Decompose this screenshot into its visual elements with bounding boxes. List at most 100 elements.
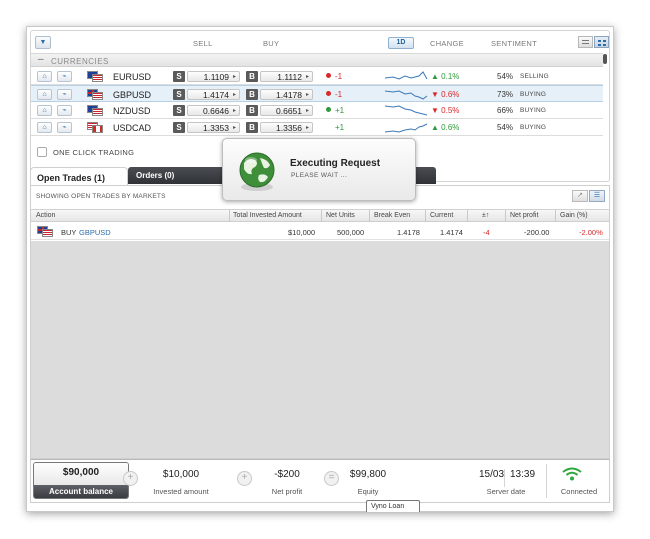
- alert-bell-icon[interactable]: ⌂: [37, 122, 52, 133]
- date-time-divider: [504, 469, 505, 487]
- buy-price: 0.6651: [276, 106, 302, 116]
- buy-price: 1.1112: [277, 72, 302, 82]
- sell-price-button[interactable]: 1.3353 ▸: [187, 122, 240, 133]
- server-date-label: Server date: [486, 487, 526, 496]
- plus-icon: +: [237, 471, 252, 486]
- column-divider: [555, 210, 556, 222]
- list-view-button[interactable]: [578, 36, 593, 48]
- trade-pair-link[interactable]: GBPUSD: [79, 228, 111, 237]
- uk-flag-icon: [37, 226, 53, 237]
- column-divider: [425, 210, 426, 222]
- equity-label: Equity: [357, 487, 379, 496]
- change-value: ▼ 0.6%: [431, 90, 460, 99]
- chart-icon[interactable]: ⌁: [57, 89, 72, 100]
- currency-row-nzdusd[interactable]: ⌂ ⌁ NZDUSD S 0.6646 ▸ B 0.6651 ▸ +1 ▼ 0.5%…: [31, 102, 603, 119]
- buy-price-button[interactable]: 1.4178 ▸: [260, 89, 313, 100]
- trades-view-toggle: ↗ ☰: [571, 190, 605, 202]
- server-date-value: 15/03: [479, 469, 505, 480]
- spread-value: -1: [335, 72, 343, 81]
- list-icon: [582, 40, 589, 44]
- trade-break-even: 1.4178: [397, 228, 420, 237]
- plus-icon: +: [123, 471, 138, 486]
- pair-name: NZDUSD: [113, 106, 151, 116]
- tab-orders[interactable]: Orders (0): [136, 171, 174, 180]
- sell-tag: S: [173, 122, 185, 133]
- collapse-icon[interactable]: –: [38, 54, 44, 66]
- spread-indicator: +1: [326, 123, 344, 132]
- header-net-profit: Net profit: [510, 212, 539, 219]
- pair-name: USDCAD: [113, 123, 152, 133]
- spread-indicator: -1: [326, 72, 342, 81]
- chevron-right-icon: ▸: [232, 108, 236, 114]
- sell-tag: S: [173, 105, 185, 116]
- buy-price-button[interactable]: 1.3356 ▸: [260, 122, 313, 133]
- chevron-right-icon: ▸: [305, 92, 309, 98]
- sell-price-button[interactable]: 0.6646 ▸: [187, 105, 240, 116]
- chart-icon[interactable]: ⌁: [57, 122, 72, 133]
- pair-name: EURUSD: [113, 72, 152, 82]
- chevron-right-icon: ▸: [232, 74, 236, 80]
- account-balance-box[interactable]: $90,000 Account balance: [33, 462, 129, 499]
- sell-price: 1.3353: [203, 123, 229, 133]
- header-gain: Gain (%): [560, 212, 588, 219]
- currency-row-usdcad[interactable]: ⌂ ⌁ USDCAD S 1.3353 ▸ B 1.3356 ▸ +1 ▲ 0.6%…: [31, 119, 603, 136]
- sell-tag: S: [173, 89, 185, 100]
- buy-column-header: BUY: [263, 39, 280, 48]
- change-percent: 0.6%: [441, 90, 460, 99]
- filter-icon[interactable]: ▼: [35, 36, 51, 49]
- table-row[interactable]: BUY GBPUSD $10,000 500,000 1.4178 1.4174…: [31, 223, 609, 240]
- us-flag-icon: [92, 92, 103, 100]
- change-column-header: CHANGE: [430, 39, 464, 48]
- sentiment-percent: 73%: [497, 90, 514, 99]
- server-time-value: 13:39: [510, 469, 536, 480]
- period-selector-button[interactable]: 1D: [388, 37, 414, 49]
- alert-bell-icon[interactable]: ⌂: [37, 105, 52, 116]
- spread-dot-icon: [326, 124, 331, 129]
- empty-table-area: [31, 241, 609, 458]
- one-click-checkbox[interactable]: [37, 147, 47, 157]
- chart-view-icon[interactable]: ↗: [572, 190, 588, 202]
- tab-open-trades[interactable]: Open Trades (1): [30, 167, 128, 185]
- chart-icon[interactable]: ⌁: [57, 105, 72, 116]
- trade-action: BUY: [61, 228, 77, 237]
- grid-view-button[interactable]: [594, 36, 609, 48]
- chevron-right-icon: ▸: [305, 108, 309, 114]
- open-trades-panel: SHOWING OPEN TRADES BY MARKETS ↗ ☰ Action…: [30, 185, 610, 459]
- spread-value: +1: [335, 106, 345, 115]
- markets-view-icon[interactable]: ☰: [589, 190, 605, 202]
- header-pips: ±↑: [482, 212, 490, 219]
- alert-bell-icon[interactable]: ⌂: [37, 89, 52, 100]
- column-divider: [505, 210, 506, 222]
- header-break-even: Break Even: [374, 212, 411, 219]
- sell-tag: S: [173, 71, 185, 82]
- chevron-right-icon: ▸: [232, 92, 236, 98]
- currency-row-eurusd[interactable]: ⌂ ⌁ EURUSD S 1.1109 ▸ B 1.1112 ▸ -1 ▲ 0.1%…: [31, 68, 603, 85]
- buy-tag: B: [246, 71, 258, 82]
- chart-icon[interactable]: ⌁: [57, 71, 72, 82]
- sell-price-button[interactable]: 1.4174 ▸: [187, 89, 240, 100]
- trade-gain: -2.00%: [579, 228, 603, 237]
- buy-tag: B: [246, 105, 258, 116]
- connection-status-label: Connected: [560, 487, 598, 496]
- invested-amount-label: Invested amount: [153, 487, 209, 496]
- us-flag-icon: [92, 108, 103, 116]
- trade-net-profit: -200.00: [524, 228, 550, 237]
- currencies-section-bar[interactable]: – CURRENCIES: [31, 53, 603, 67]
- currency-row-gbpusd[interactable]: ⌂ ⌁ GBPUSD S 1.4174 ▸ B 1.4178 ▸ -1 ▼ 0.6%…: [31, 85, 603, 102]
- sell-price-button[interactable]: 1.1109 ▸: [187, 71, 240, 82]
- trend-sparkline: [385, 105, 428, 116]
- alert-bell-icon[interactable]: ⌂: [37, 71, 52, 82]
- change-percent: 0.5%: [441, 106, 460, 115]
- gbpusd-flags: [87, 89, 103, 100]
- trade-net-units: 500,000: [337, 228, 365, 237]
- executing-request-title: Executing Request: [290, 158, 381, 169]
- connection-wifi-icon: [562, 467, 582, 481]
- sentiment-label: SELLING: [520, 73, 549, 80]
- buy-price-button[interactable]: 1.1112 ▸: [260, 71, 313, 82]
- header-action: Action: [36, 212, 56, 219]
- currencies-scrollbar[interactable]: [603, 54, 607, 64]
- eurusd-flags: [87, 71, 103, 82]
- buy-price-button[interactable]: 0.6651 ▸: [260, 105, 313, 116]
- spread-indicator: +1: [326, 106, 344, 115]
- chevron-right-icon: ▸: [305, 125, 309, 131]
